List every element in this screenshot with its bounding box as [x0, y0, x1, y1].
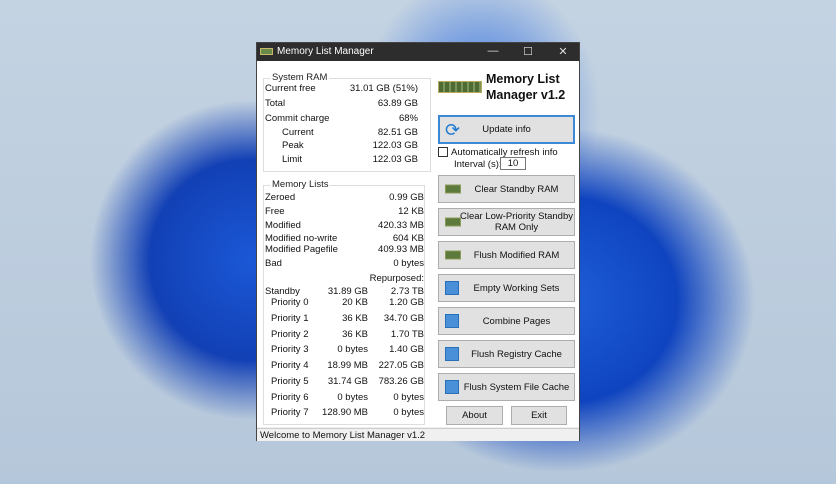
standby-size: 128.90 MB — [322, 407, 368, 418]
row-label: Priority 2 — [271, 329, 309, 340]
button-label: Flush System File Cache — [463, 381, 570, 393]
row-value: 420.33 MB — [378, 220, 424, 231]
combine-icon — [445, 314, 459, 328]
row-label: Priority 5 — [271, 376, 309, 387]
row-label: Current free — [265, 83, 316, 94]
row-label: Priority 0 — [271, 297, 309, 308]
row-value: 0.99 GB — [389, 192, 424, 203]
memory-lists-group: Memory Lists Zeroed 0.99 GB Free 12 KB Modif… — [263, 179, 425, 425]
exit-button[interactable]: Exit — [511, 406, 567, 425]
flush-file-cache-button[interactable]: Flush System File Cache — [438, 373, 575, 401]
repurposed-value: 0 bytes — [393, 392, 424, 403]
row-label: Bad — [265, 258, 282, 269]
button-label: Clear Standby RAM — [474, 183, 559, 195]
system-ram-group: System RAM Current free 31.01 GB (51%) Tot… — [263, 72, 431, 172]
update-info-button[interactable]: ⟳ Update info — [438, 115, 575, 144]
cache-icon — [445, 380, 459, 394]
close-button[interactable]: ✕ — [553, 45, 573, 58]
minimize-button[interactable]: — — [483, 45, 503, 57]
flush-modified-button[interactable]: Flush Modified RAM — [438, 241, 575, 269]
row-value: 122.03 GB — [372, 154, 418, 165]
standby-size: 18.99 MB — [327, 360, 368, 371]
client-area: System RAM Current free 31.01 GB (51%) Tot… — [257, 61, 579, 427]
row-label: Modified no-write — [265, 233, 338, 244]
clear-standby-button[interactable]: Clear Standby RAM — [438, 175, 575, 203]
row-value: 409.93 MB — [378, 244, 424, 255]
row-label: Priority 6 — [271, 392, 309, 403]
ram-icon — [445, 184, 461, 194]
row-label: Modified Pagefile — [265, 244, 338, 255]
window-title: Memory List Manager — [277, 46, 374, 57]
row-label: Total — [265, 98, 286, 109]
flush-registry-button[interactable]: Flush Registry Cache — [438, 340, 575, 368]
row-value: 604 KB — [392, 233, 424, 244]
row-value: 12 KB — [398, 206, 424, 217]
clear-low-priority-button[interactable]: Clear Low-Priority Standby RAM Only — [438, 208, 575, 236]
windows-icon — [445, 281, 459, 295]
repurposed-header: Repurposed: — [369, 273, 424, 284]
repurposed-value: 0 bytes — [393, 407, 424, 418]
title-bar[interactable]: Memory List Manager — ☐ ✕ — [257, 43, 579, 61]
standby-size: 31.89 GB — [327, 286, 368, 297]
app-window: Memory List Manager — ☐ ✕ System RAM Cur… — [256, 42, 580, 441]
row-label: Modified — [265, 220, 301, 231]
repurposed-value: 1.40 GB — [389, 344, 424, 355]
row-label: Zeroed — [265, 192, 296, 203]
repurposed-value: 1.70 TB — [390, 329, 424, 340]
standby-size: 36 KB — [342, 329, 368, 340]
repurposed-value: 783.26 GB — [378, 376, 424, 387]
button-label: Flush Modified RAM — [473, 249, 560, 261]
standby-size: 36 KB — [342, 313, 368, 324]
interval-label: Interval (s): — [454, 159, 502, 170]
row-label: Priority 4 — [271, 360, 309, 371]
ram-icon — [445, 217, 461, 227]
maximize-button[interactable]: ☐ — [518, 45, 538, 58]
row-label: Free — [265, 206, 285, 217]
interval-input[interactable]: 10 — [500, 157, 526, 170]
row-label: Priority 1 — [271, 313, 309, 324]
button-label: Combine Pages — [482, 315, 551, 327]
standby-size: 0 bytes — [337, 392, 368, 403]
app-heading: Memory List Manager v1.2 — [486, 72, 566, 102]
row-value: 82.51 GB — [377, 127, 418, 138]
repurposed-value: 1.20 GB — [389, 297, 424, 308]
row-label: Commit charge — [265, 113, 330, 124]
row-label: Current — [282, 127, 314, 138]
row-label: Priority 3 — [271, 344, 309, 355]
row-value: 31.01 GB (51%) — [349, 83, 418, 94]
row-label: Priority 7 — [271, 407, 309, 418]
about-button[interactable]: About — [446, 406, 503, 425]
repurposed-value: 2.73 TB — [390, 286, 424, 297]
row-value: 122.03 GB — [372, 140, 418, 151]
button-label: Empty Working Sets — [473, 282, 560, 294]
empty-working-sets-button[interactable]: Empty Working Sets — [438, 274, 575, 302]
combine-pages-button[interactable]: Combine Pages — [438, 307, 575, 335]
repurposed-value: 34.70 GB — [383, 313, 424, 324]
row-value: 63.89 GB — [377, 98, 418, 109]
ram-icon — [260, 48, 273, 55]
refresh-icon: ⟳ — [445, 120, 461, 140]
row-value: 68% — [398, 113, 418, 124]
app-logo-icon — [438, 81, 482, 93]
standby-size: 31.74 GB — [327, 376, 368, 387]
row-label: Standby — [265, 286, 300, 297]
standby-size: 20 KB — [342, 297, 368, 308]
button-label: Exit — [531, 410, 547, 421]
group-label: Memory Lists — [270, 179, 331, 190]
registry-icon — [445, 347, 459, 361]
auto-refresh-checkbox[interactable] — [438, 147, 448, 157]
row-value: 0 bytes — [393, 258, 424, 269]
row-label: Limit — [282, 154, 303, 165]
button-label: About — [462, 410, 487, 421]
button-label: Update info — [482, 124, 531, 135]
standby-size: 0 bytes — [337, 344, 368, 355]
button-label: Flush Registry Cache — [471, 348, 562, 360]
ram-icon — [445, 250, 461, 260]
repurposed-value: 227.05 GB — [378, 360, 424, 371]
group-label: System RAM — [270, 72, 330, 83]
row-label: Peak — [282, 140, 304, 151]
status-bar: Welcome to Memory List Manager v1.2 — [257, 428, 579, 441]
